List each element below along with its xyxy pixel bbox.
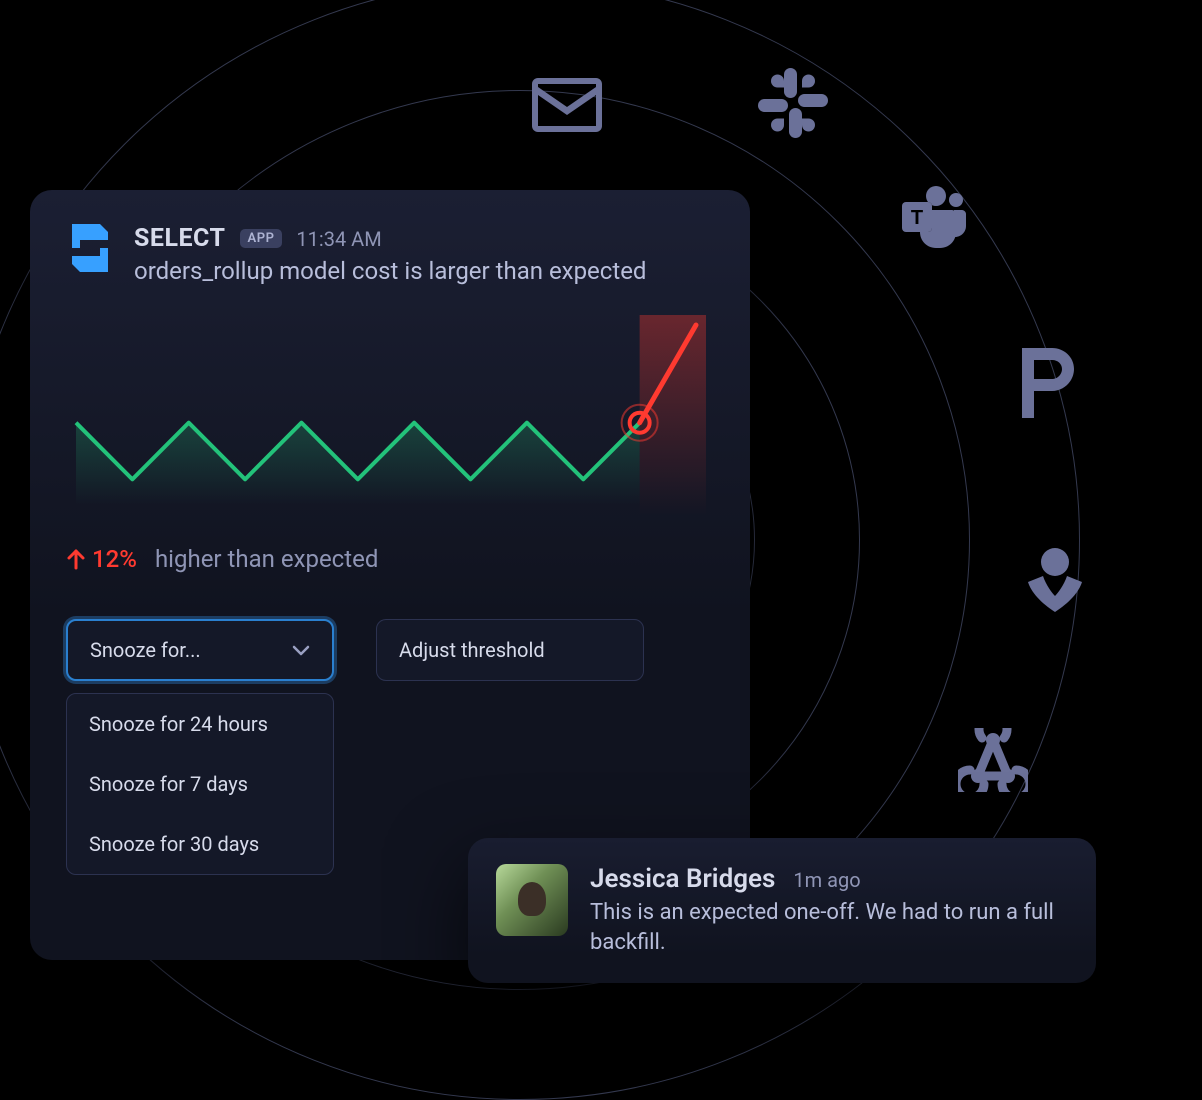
chevron-down-icon [292, 638, 310, 662]
reply-ago: 1m ago [793, 868, 860, 892]
arrow-up-icon: 12% [66, 545, 137, 573]
app-name: SELECT [134, 224, 226, 253]
opsgenie-icon [1028, 548, 1082, 612]
delta-row: 12% higher than expected [66, 545, 714, 573]
avatar [496, 864, 568, 936]
snooze-select[interactable]: Snooze for... Snooze for 24 hours Snooze… [66, 619, 334, 875]
adjust-threshold-label: Adjust threshold [399, 638, 545, 662]
snooze-dropdown: Snooze for 24 hours Snooze for 7 days Sn… [66, 693, 334, 875]
webhook-icon [958, 728, 1028, 792]
snooze-placeholder: Snooze for... [90, 638, 201, 662]
snooze-select-box[interactable]: Snooze for... [66, 619, 334, 681]
pagerduty-icon [1022, 348, 1074, 418]
reply-card: Jessica Bridges 1m ago This is an expect… [468, 838, 1096, 983]
app-logo-icon [66, 224, 114, 272]
snooze-option[interactable]: Snooze for 30 days [67, 814, 333, 874]
reply-author: Jessica Bridges [590, 864, 775, 894]
reply-body: This is an expected one-off. We had to r… [590, 898, 1068, 957]
slack-icon [758, 68, 828, 138]
snooze-option[interactable]: Snooze for 24 hours [67, 694, 333, 754]
svg-text:T: T [911, 207, 923, 229]
cost-anomaly-chart [66, 315, 706, 515]
alert-actions: Snooze for... Snooze for 24 hours Snooze… [66, 619, 714, 875]
adjust-threshold-button[interactable]: Adjust threshold [376, 619, 644, 681]
app-badge: APP [240, 229, 283, 248]
alert-title: orders_rollup model cost is larger than … [134, 257, 646, 285]
alert-timestamp: 11:34 AM [296, 227, 381, 251]
snooze-option[interactable]: Snooze for 7 days [67, 754, 333, 814]
delta-percent: 12% [92, 545, 137, 573]
mail-icon [532, 78, 602, 132]
alert-header: SELECT APP 11:34 AM orders_rollup model … [66, 224, 714, 285]
teams-icon: T [900, 186, 966, 248]
delta-text: higher than expected [155, 545, 378, 573]
